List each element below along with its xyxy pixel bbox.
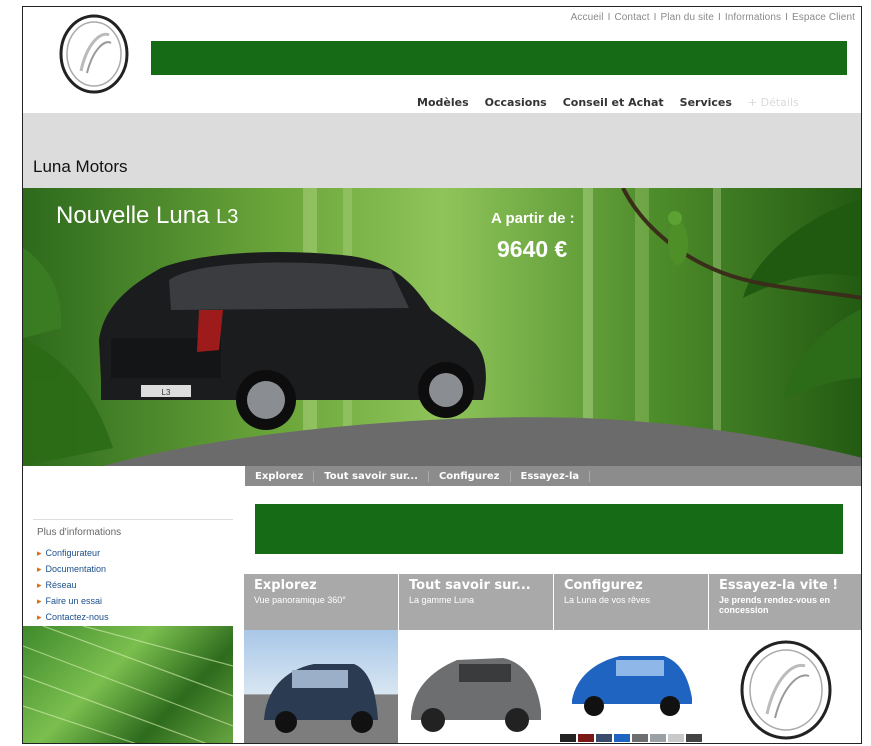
- separator: I: [653, 12, 657, 23]
- price-label: A partir de :: [491, 210, 575, 227]
- nav-conseil-achat[interactable]: Conseil et Achat: [563, 96, 664, 109]
- sidebar-link-essai[interactable]: Faire un essai: [37, 593, 109, 609]
- nav-occasions[interactable]: Occasions: [485, 96, 547, 109]
- license-plate: L3: [162, 388, 171, 397]
- title-band: [23, 113, 861, 188]
- tile-essayez[interactable]: Essayez-la vite ! Je prends rendez-vous …: [709, 574, 861, 743]
- nav-modeles[interactable]: Modèles: [417, 96, 469, 109]
- page: Accueil I Contact I Plan du site I Informat…: [22, 6, 862, 744]
- tile-configurez[interactable]: Configurez La Luna de vos rêves: [554, 574, 708, 743]
- hero-title-text: Nouvelle Luna: [56, 202, 210, 229]
- tile-image: [554, 630, 708, 743]
- toplink-informations[interactable]: Informations: [725, 12, 781, 23]
- toplink-accueil[interactable]: Accueil: [571, 12, 604, 23]
- tile-image: [399, 630, 553, 743]
- tile-image: [244, 630, 398, 743]
- price-value: 9640 €: [497, 236, 568, 262]
- tile-header[interactable]: Tout savoir sur... La gamme Luna: [399, 574, 553, 630]
- tile-header[interactable]: Configurez La Luna de vos rêves: [554, 574, 708, 630]
- toplink-plan-du-site[interactable]: Plan du site: [661, 12, 714, 23]
- subnav-explorez[interactable]: Explorez: [245, 470, 315, 482]
- toplink-contact[interactable]: Contact: [614, 12, 649, 23]
- nav-faded-item: + Détails: [747, 96, 799, 109]
- separator: I: [785, 12, 788, 23]
- sidebar-divider: [33, 519, 233, 520]
- hero-model: L3: [216, 206, 239, 228]
- fern-left: [23, 248, 113, 466]
- sidebar-title: Plus d'informations: [37, 527, 122, 538]
- top-links: Accueil I Contact I Plan du site I Informat…: [571, 12, 855, 23]
- tile-title: Configurez: [564, 578, 643, 593]
- page-title: Luna Motors: [33, 157, 128, 176]
- tile-subtitle: La Luna de vos rêves: [564, 595, 651, 605]
- sidebar-link-reseau[interactable]: Réseau: [37, 577, 109, 593]
- tile-subtitle: Je prends rendez-vous en concession: [719, 595, 831, 615]
- separator: I: [607, 12, 611, 23]
- hero-car: L3: [99, 252, 486, 430]
- tile-title: Explorez: [254, 578, 317, 593]
- tile-tout-savoir[interactable]: Tout savoir sur... La gamme Luna: [399, 574, 553, 743]
- mid-banner: [255, 504, 843, 554]
- tile-subtitle: Vue panoramique 360°: [254, 595, 346, 605]
- subnav-essayez[interactable]: Essayez-la: [511, 470, 591, 482]
- tile-image: [709, 630, 861, 743]
- sidebar-link-configurateur[interactable]: Configurateur: [37, 545, 109, 561]
- car-image: [560, 656, 702, 742]
- road: [103, 417, 861, 466]
- subnav-configurez[interactable]: Configurez: [429, 470, 511, 482]
- separator: I: [717, 12, 721, 23]
- sidebar-link-documentation[interactable]: Documentation: [37, 561, 109, 577]
- tile-explorez[interactable]: Explorez Vue panoramique 360°: [244, 574, 398, 743]
- main-nav: Modèles Occasions Conseil et Achat Servi…: [417, 96, 799, 109]
- tile-header[interactable]: Essayez-la vite ! Je prends rendez-vous …: [709, 574, 861, 630]
- tile-header[interactable]: Explorez Vue panoramique 360°: [244, 574, 398, 630]
- top-banner: [151, 41, 847, 75]
- hero-subnav: Explorez Tout savoir sur... Configurez E…: [245, 466, 861, 486]
- toplink-espace-client[interactable]: Espace Client: [792, 12, 855, 23]
- sidebar-fern-image: [23, 626, 233, 743]
- fern-right: [743, 198, 861, 398]
- sidebar-link-contact[interactable]: Contactez-nous: [37, 609, 109, 625]
- brand-logo-icon: [740, 640, 832, 740]
- hero-title: Nouvelle Luna L3: [56, 202, 238, 230]
- tile-title: Essayez-la vite !: [719, 578, 839, 593]
- sidebar-links: Configurateur Documentation Réseau Faire…: [37, 545, 109, 625]
- parrot-icon: [668, 211, 688, 265]
- color-swatches: [560, 734, 702, 742]
- hero-banner[interactable]: L3 Nouvelle Luna L3 A partir de : 9640 €: [23, 188, 861, 466]
- car-image: [264, 664, 378, 733]
- tile-title: Tout savoir sur...: [409, 578, 531, 593]
- car-image: [411, 658, 541, 732]
- brand-logo-icon[interactable]: [57, 13, 131, 95]
- subnav-tout-savoir[interactable]: Tout savoir sur...: [314, 470, 429, 482]
- tile-subtitle: La gamme Luna: [409, 595, 475, 605]
- nav-services[interactable]: Services: [680, 96, 732, 109]
